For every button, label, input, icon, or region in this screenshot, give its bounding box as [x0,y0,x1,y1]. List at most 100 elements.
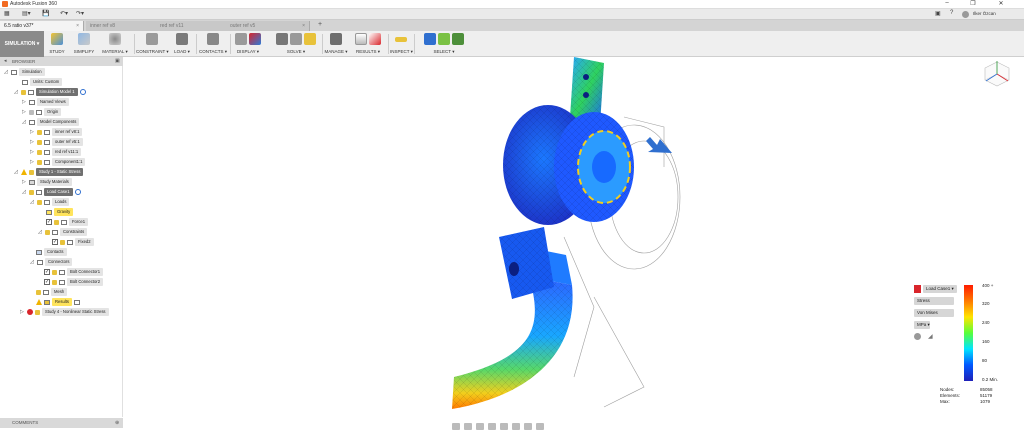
settings-gear-icon[interactable] [914,333,921,340]
load-group[interactable]: LOAD ▾ [170,33,194,57]
tree-item-contacts[interactable]: Contacts [36,248,67,256]
user-name[interactable]: Ilker Özcan [973,11,996,16]
expand-toggle-icon[interactable]: ◿ [30,258,35,266]
visibility-icon[interactable] [54,219,59,225]
checkbox[interactable]: ✓ [52,239,58,245]
tree-item-force[interactable]: ✓ Force1 [46,218,89,226]
visibility-icon[interactable] [45,229,50,235]
undo-icon[interactable]: ↶▾ [60,10,68,18]
tree-item-simulation-model[interactable]: ◿ Simulation Model 1 [14,88,86,96]
solve-group[interactable]: SOLVE ▾ [272,33,320,57]
checkbox[interactable]: ✓ [46,219,52,225]
tree-item-gravity[interactable]: Gravity [46,208,74,216]
tree-item-fixed[interactable]: ✓ Fixed2 [52,238,94,246]
maximize-button[interactable]: ❐ [962,0,984,9]
expand-toggle-icon[interactable]: ◿ [38,228,43,236]
tree-item-model-components[interactable]: ◿ Model Components [22,118,80,126]
look-at-icon[interactable] [464,423,472,430]
tree-item-results[interactable]: Results [36,298,80,306]
tree-item-component[interactable]: ▷ outer ref v5:1 [30,138,83,146]
study-group[interactable]: STUDY [46,33,68,57]
expand-toggle-icon[interactable]: ▷ [30,138,35,146]
tree-item-bolt-connector[interactable]: ✓ Bolt Connector2 [44,278,104,286]
edit-icon[interactable] [73,299,80,305]
tree-item-study-4[interactable]: ▷ Study 4 - Nonlinear Static Stress [20,308,109,316]
minimize-button[interactable]: – [936,0,958,9]
browser-header[interactable]: BROWSER [0,57,123,66]
tree-item-study-1[interactable]: ◿ Study 1 - Static Stress [14,168,84,176]
visibility-icon[interactable] [21,89,26,95]
probe-icon[interactable]: ◢ [928,333,933,340]
visibility-icon[interactable] [36,289,41,295]
help-icon[interactable]: ? [950,10,953,18]
visibility-icon[interactable] [37,149,42,155]
visibility-icon[interactable] [29,109,34,115]
tree-item-loads[interactable]: ◿ Loads [30,198,70,206]
tree-item-named-views[interactable]: ▷ Named Views [22,98,69,106]
tree-item-bolt-connector[interactable]: ✓ Bolt Connector1 [44,268,104,276]
visibility-icon[interactable] [29,169,34,175]
expand-toggle-icon[interactable]: ◿ [14,168,19,176]
expand-toggle-icon[interactable]: ◿ [30,198,35,206]
tree-item-study-materials[interactable]: ▷ Study Materials [22,178,72,186]
select-group[interactable]: SELECT ▾ [416,33,472,57]
view-cube[interactable] [982,59,1012,89]
results-group[interactable]: RESULTS ▾ [350,33,386,57]
canvas-viewport[interactable] [124,57,1024,432]
tree-item-constraints[interactable]: ◿ Constraints [38,228,88,236]
tree-item-units[interactable]: Units: Custom [22,78,63,86]
material-group[interactable]: MATERIAL ▾ [100,33,130,57]
tree-item-component[interactable]: ▷ red ref v11:1 [30,148,82,156]
visibility-icon[interactable] [60,239,65,245]
avatar[interactable] [962,11,969,18]
visibility-icon[interactable] [29,189,34,195]
file-menu-icon[interactable]: ▤▾ [22,10,31,18]
activate-radio-icon[interactable] [74,189,81,195]
job-status-icon[interactable]: ▣ [935,10,941,18]
warning-flag-icon[interactable] [914,285,921,293]
visibility-icon[interactable] [37,139,42,145]
new-tab-icon[interactable]: + [318,21,322,28]
expand-toggle-icon[interactable]: ▷ [22,178,27,186]
simplify-group[interactable]: SIMPLIFY [72,33,96,57]
fit-icon[interactable] [500,423,508,430]
orbit-icon[interactable] [452,423,460,430]
expand-toggle-icon[interactable]: ▷ [30,148,35,156]
checkbox[interactable]: ✓ [44,269,50,275]
close-icon[interactable]: × [76,21,79,31]
stress-component-select[interactable]: Von Mises [914,309,954,317]
zoom-icon[interactable] [488,423,496,430]
close-window-button[interactable]: ✕ [990,0,1012,9]
visibility-icon[interactable] [37,129,42,135]
visibility-icon[interactable] [37,199,42,205]
tab-document-1[interactable]: 6.5 ratio v37* × [0,21,84,31]
checkbox[interactable]: ✓ [44,279,50,285]
expand-toggle-icon[interactable]: ▷ [22,108,27,116]
unit-select[interactable]: MPa ▾ [914,321,930,329]
pan-icon[interactable] [476,423,484,430]
display-settings-icon[interactable] [512,423,520,430]
tree-item-origin[interactable]: ▷ Origin [22,108,62,116]
tree-item-component[interactable]: ▷ inner ref v8:1 [30,128,83,136]
load-case-select[interactable]: Load Case1 ▾ [923,285,957,293]
close-icon[interactable]: × [302,21,305,31]
visibility-icon[interactable] [52,279,57,285]
activate-radio-icon[interactable] [79,89,86,95]
tree-item-simulation[interactable]: ◿ Simulation [4,68,45,76]
tree-item-component[interactable]: ▷ Component1:1 [30,158,86,166]
result-type-select[interactable]: Stress [914,297,954,305]
expand-toggle-icon[interactable]: ▷ [30,158,35,166]
comments-panel[interactable]: COMMENTS [0,418,123,428]
expand-toggle-icon[interactable]: ▷ [20,308,25,316]
visibility-icon[interactable] [35,309,40,315]
save-icon[interactable]: 💾 [42,10,49,18]
manage-group[interactable]: MANAGE ▾ [324,33,348,57]
expand-toggle-icon[interactable]: ◿ [22,118,27,126]
grid-settings-icon[interactable] [524,423,532,430]
display-group[interactable]: DISPLAY ▾ [232,33,264,57]
contacts-group[interactable]: CONTACTS ▾ [198,33,228,57]
tree-item-load-case[interactable]: ◿ Load Case1 [22,188,81,196]
tree-item-connectors[interactable]: ◿ Connectors [30,258,73,266]
tree-item-mesh[interactable]: Mesh [36,288,68,296]
inspect-group[interactable]: INSPECT ▾ [390,33,413,57]
